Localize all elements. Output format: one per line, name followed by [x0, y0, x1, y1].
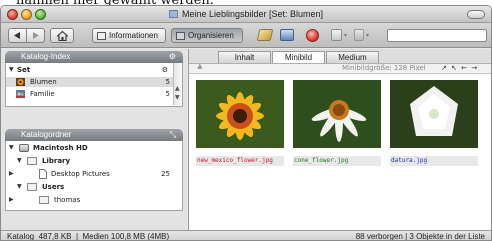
folder-label: Desktop Pictures [51, 170, 110, 178]
thumbnail-cell[interactable]: new_mexico_flower.jpg [191, 78, 289, 173]
datura-image [390, 80, 478, 148]
folder-label: thomas [54, 196, 81, 204]
disclosure-closed-icon[interactable]: ▶ [9, 195, 14, 205]
export-dropdown-icon[interactable]: ▾ [366, 32, 369, 39]
thumbnail-caption: cone_flower.jpg [293, 156, 381, 166]
cone-flower-image [293, 80, 381, 148]
home-button[interactable] [50, 28, 74, 43]
set-gear-icon[interactable]: ⚙ [162, 65, 168, 75]
folder-row-library[interactable]: ▼ Library [6, 156, 182, 166]
index-item-label: Familie [30, 90, 55, 98]
pencil-tools-icon[interactable] [256, 29, 274, 41]
catalog-index-header[interactable]: Katalog-Index ⚙ [5, 51, 183, 63]
panel-menu-icon[interactable]: ⚙ [169, 51, 176, 63]
folder-label: Users [42, 183, 65, 191]
sort-icon[interactable]: ≜ [197, 64, 203, 72]
home-icon [56, 30, 68, 41]
panel-collapse-icon[interactable]: ⤡ [170, 129, 176, 141]
folder-label: Library [42, 157, 71, 165]
view-tabs: Inhalt Minibild Medium [189, 49, 491, 63]
folder-row-users[interactable]: ▼ Users [6, 182, 182, 192]
forward-button[interactable] [27, 28, 45, 43]
toolbar-toggle-button[interactable] [467, 10, 485, 19]
set-label: Set [17, 66, 31, 74]
delete-icon[interactable] [306, 29, 319, 42]
folder-count: 25 [161, 170, 170, 178]
index-item-blumen[interactable]: Blumen 5 [6, 77, 182, 87]
disclosure-open-icon[interactable]: ▼ [17, 182, 22, 192]
disclosure-open-icon[interactable]: ▼ [9, 65, 14, 75]
information-view-icon [97, 31, 106, 40]
folder-label: Macintosh HD [33, 144, 88, 152]
thumbnail-size-label: Minibildgröße: 128 Pixel [342, 64, 426, 72]
family-thumbnail-icon [16, 90, 25, 98]
forward-arrow-icon [33, 32, 39, 39]
back-button[interactable] [8, 28, 27, 43]
thumbnail-caption: new_mexico_flower.jpg [196, 156, 284, 166]
title-bar: Meine Lieblingsbilder [Set: Blumen] [1, 6, 491, 23]
tab-medium[interactable]: Medium [326, 51, 379, 63]
catalog-index-panel: ▼ Set ⚙ Blumen 5 Familie 5 ▲ ▼ [5, 63, 183, 107]
export-icon[interactable] [354, 29, 364, 41]
folder-row-thomas[interactable]: ▶ thomas [6, 195, 182, 205]
slideshow-icon[interactable] [331, 29, 342, 41]
index-item-label: Blumen [30, 78, 57, 86]
scroll-up-icon[interactable]: ▲ [175, 85, 180, 92]
window-title: Meine Lieblingsbilder [Set: Blumen] [1, 9, 491, 19]
thumbnail-cell[interactable]: datura.jpg [385, 78, 483, 173]
index-item-count: 5 [165, 90, 170, 98]
folder-icon [27, 183, 37, 191]
document-icon [39, 169, 47, 179]
tab-label: Minibild [284, 53, 313, 62]
disclosure-open-icon[interactable]: ▼ [9, 143, 14, 153]
tab-inhalt[interactable]: Inhalt [218, 51, 271, 63]
thumbnail-options-bar: ≜ Minibildgröße: 128 Pixel ↗ ↖ ← → [189, 63, 491, 74]
disclosure-open-icon[interactable]: ▼ [17, 156, 22, 166]
set-row[interactable]: ▼ Set ⚙ [6, 65, 182, 75]
catalog-folders-title: Katalogordner [21, 130, 72, 139]
scroll-down-icon[interactable]: ▼ [175, 94, 180, 101]
organisieren-button[interactable]: Organisieren [171, 28, 243, 43]
tab-label: Medium [338, 53, 367, 62]
thumbnail-caption: datura.jpg [390, 156, 478, 166]
informationen-label: Informationen [109, 31, 158, 40]
folder-row-macintosh-hd[interactable]: ▼ Macintosh HD [6, 143, 182, 153]
back-arrow-icon [14, 32, 20, 39]
folder-icon [27, 157, 37, 165]
status-bar: Katalog 487,8 KB | Medien 100,8 MB (4MB)… [1, 230, 491, 241]
thumbnail-cell[interactable]: cone_flower.jpg [288, 78, 386, 173]
catalog-index-title: Katalog-Index [21, 52, 71, 61]
left-sidebar: Katalog-Index ⚙ ▼ Set ⚙ Blumen 5 Familie… [1, 49, 187, 230]
index-item-count: 5 [165, 78, 170, 86]
new-mexico-flower-image [196, 80, 284, 148]
catalog-folders-panel: ▼ Macintosh HD ▼ Library ▶ Desktop Pictu… [5, 141, 183, 211]
folder-icon [39, 196, 49, 204]
status-right: 88 verborgen | 3 Objekte in der Liste [355, 232, 485, 241]
catalog-folders-header[interactable]: Katalogordner ⤡ [5, 129, 183, 141]
window-title-text: Meine Lieblingsbilder [Set: Blumen] [181, 9, 324, 19]
folder-row-desktop-pictures[interactable]: ▶ Desktop Pictures 25 [6, 169, 182, 179]
hard-disk-icon [19, 144, 29, 152]
app-window: Meine Lieblingsbilder [Set: Blumen] Info… [0, 5, 492, 241]
index-item-familie[interactable]: Familie 5 [6, 89, 182, 99]
catalog-icon [168, 10, 178, 18]
search-input[interactable] [387, 29, 487, 42]
organize-view-icon [176, 31, 185, 40]
organisieren-label: Organisieren [188, 31, 234, 40]
photo-import-icon[interactable] [280, 29, 294, 41]
content-pane: Inhalt Minibild Medium ≜ Minibildgröße: … [188, 49, 491, 230]
tab-label: Inhalt [234, 53, 255, 62]
slideshow-dropdown-icon[interactable]: ▾ [344, 32, 347, 39]
index-scrollbar[interactable]: ▲ ▼ [173, 63, 182, 105]
navigation-arrows-icon[interactable]: ↗ ↖ ← → [441, 64, 478, 72]
toolbar: Informationen Organisieren ▾ ▾ [1, 23, 491, 48]
informationen-button[interactable]: Informationen [92, 28, 166, 43]
disclosure-closed-icon[interactable]: ▶ [9, 169, 14, 179]
status-left: Katalog 487,8 KB | Medien 100,8 MB (4MB) [7, 232, 170, 241]
sunflower-thumbnail-icon [16, 78, 25, 86]
tab-minibild[interactable]: Minibild [272, 51, 325, 63]
